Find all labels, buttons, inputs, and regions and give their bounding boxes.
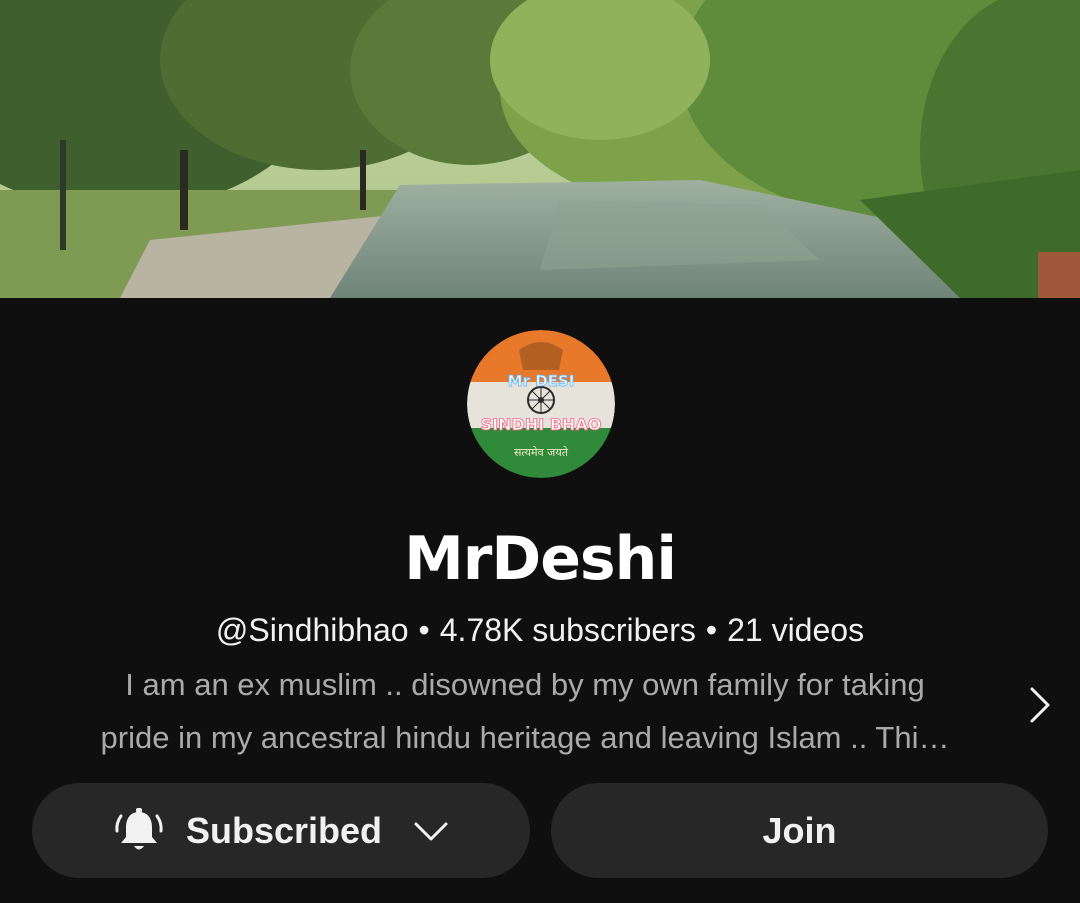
banner-image	[0, 0, 1080, 298]
chevron-right-icon[interactable]	[1024, 683, 1054, 727]
description-line: I am an ex muslim .. disowned by my own …	[125, 667, 925, 702]
channel-name: MrDeshi	[404, 524, 677, 594]
avatar-text-middle: SINDHI BHAO	[481, 415, 602, 434]
subscribed-label: Subscribed	[185, 809, 383, 851]
meta-separator: •	[705, 612, 718, 648]
video-count: 21 videos	[727, 612, 865, 648]
avatar-text-bottom: सत्यमेव जयते	[514, 446, 569, 459]
avatar-text-top: Mr DESI	[508, 372, 575, 390]
channel-meta: @Sindhibhao • 4.78K subscribers • 21 videos	[0, 610, 1080, 650]
chevron-down-icon	[414, 822, 448, 840]
subscribed-button[interactable]: Subscribed	[32, 783, 530, 878]
join-button[interactable]: Join	[551, 783, 1048, 878]
channel-avatar[interactable]: Mr DESI SINDHI BHAO सत्यमेव जयते	[467, 330, 615, 478]
channel-banner	[0, 0, 1080, 298]
join-label: Join	[762, 809, 837, 851]
subscriber-count: 4.78K subscribers	[439, 612, 696, 648]
channel-description[interactable]: I am an ex muslim .. disowned by my own …	[30, 658, 1020, 764]
bell-icon	[115, 807, 163, 849]
description-line: pride in my ancestral hindu heritage and…	[100, 720, 950, 755]
avatar-image: Mr DESI SINDHI BHAO सत्यमेव जयते	[467, 330, 615, 478]
meta-separator: •	[418, 612, 430, 648]
channel-handle: @Sindhibhao	[215, 612, 409, 648]
